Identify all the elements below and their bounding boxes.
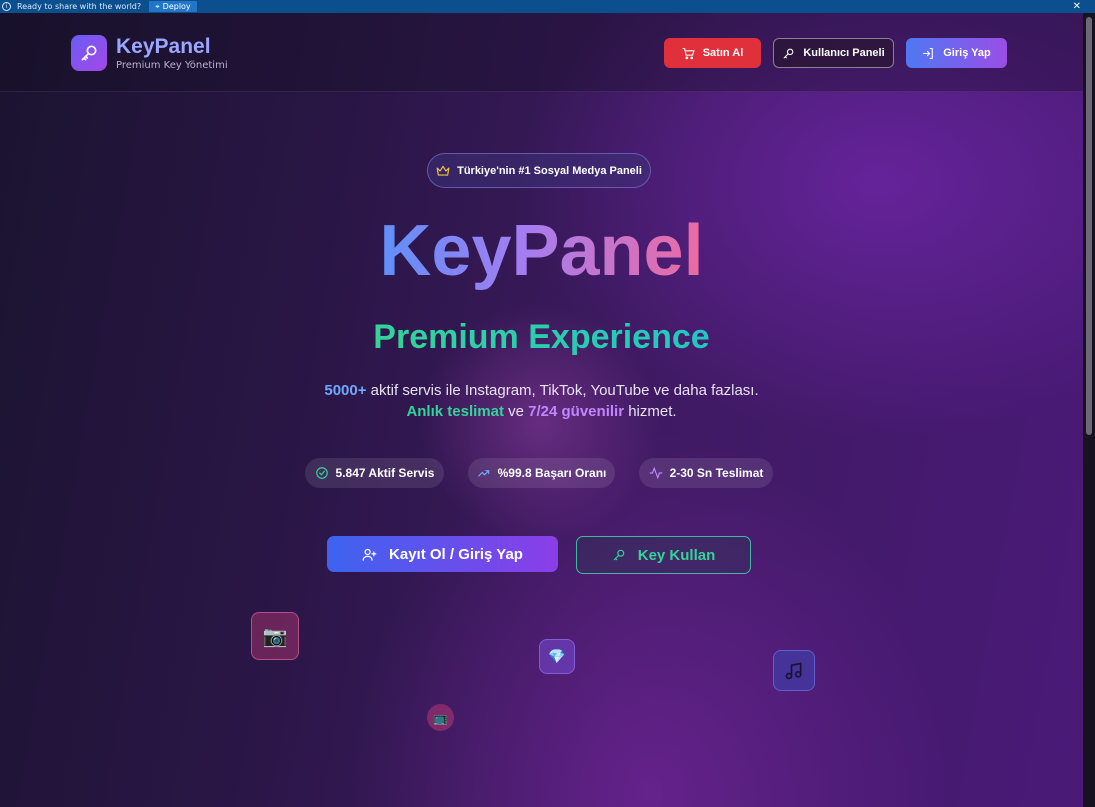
hero-badge-text: Türkiye'nin #1 Sosyal Medya Paneli — [457, 164, 642, 177]
trending-up-icon — [477, 470, 489, 477]
page-scrollbar[interactable] — [1083, 13, 1095, 807]
stat-label: 5.847 Aktif Servis — [335, 466, 435, 480]
crown-icon — [436, 165, 450, 176]
stat-active-services: 5.847 Aktif Servis — [305, 458, 444, 488]
hero-subtitle-text: Premium Experience — [373, 318, 710, 356]
music-icon — [773, 650, 815, 691]
desc-and: ve — [503, 403, 529, 420]
user-panel-label: Kullanıcı Paneli — [803, 47, 885, 59]
login-icon — [923, 47, 934, 59]
hero-title: KeyPanel — [0, 206, 1083, 296]
desc-service: hizmet. — [624, 403, 677, 420]
user-plus-icon — [362, 548, 377, 561]
site-header: KeyPanel Premium Key Yönetimi Satın Al K… — [0, 13, 1083, 92]
gem-icon: 💎 — [539, 639, 575, 674]
deploy-icon: ⌖ — [155, 1, 160, 11]
reliable-service: 7/24 güvenilir — [528, 403, 625, 420]
activity-icon — [649, 466, 662, 480]
buy-button[interactable]: Satın Al — [664, 38, 761, 68]
hero-subtitle: Premium Experience — [0, 317, 1083, 357]
scrollbar-thumb[interactable] — [1086, 17, 1092, 435]
deploy-button[interactable]: ⌖ Deploy — [149, 1, 197, 12]
hero-description: 5000+ aktif servis ile Instagram, TikTok… — [0, 380, 1083, 422]
buy-label: Satın Al — [702, 47, 744, 59]
stat-success-rate: %99.8 Başarı Oranı — [468, 458, 615, 488]
close-icon[interactable]: ✕ — [1073, 0, 1081, 13]
check-circle-icon — [315, 467, 328, 479]
register-label: Kayıt Ol / Giriş Yap — [389, 545, 523, 563]
deploy-notification-bar: i Ready to share with the world? ⌖ Deplo… — [0, 0, 1095, 13]
instant-delivery: Anlık teslimat — [406, 403, 504, 420]
register-login-button[interactable]: Kayıt Ol / Giriş Yap — [327, 536, 558, 572]
stat-label: %99.8 Başarı Oranı — [497, 466, 607, 480]
stat-label: 2-30 Sn Teslimat — [669, 466, 764, 480]
key-icon — [783, 48, 794, 58]
login-button[interactable]: Giriş Yap — [906, 38, 1007, 68]
brand-subtitle: Premium Key Yönetimi — [116, 59, 228, 71]
hero-badge: Türkiye'nin #1 Sosyal Medya Paneli — [427, 153, 651, 188]
login-label: Giriş Yap — [943, 47, 991, 59]
camera-icon: 📷 — [251, 612, 299, 660]
desc-line1: aktif servis ile Instagram, TikTok, YouT… — [366, 382, 759, 399]
use-key-button[interactable]: Key Kullan — [576, 536, 751, 574]
cart-icon — [682, 47, 695, 59]
stat-delivery-time: 2-30 Sn Teslimat — [639, 458, 773, 488]
tv-icon: 📺 — [427, 704, 454, 731]
key-icon — [613, 549, 624, 561]
user-panel-button[interactable]: Kullanıcı Paneli — [773, 38, 894, 68]
info-icon: i — [2, 2, 11, 11]
deploy-label: Deploy — [162, 2, 191, 11]
use-key-label: Key Kullan — [637, 546, 716, 564]
deploy-message: Ready to share with the world? — [17, 2, 142, 11]
key-icon — [71, 35, 107, 71]
landing-page: KeyPanel Premium Key Yönetimi Satın Al K… — [0, 13, 1083, 807]
brand-name: KeyPanel — [116, 34, 211, 58]
hero-title-text: KeyPanel — [379, 211, 704, 291]
brand[interactable]: KeyPanel Premium Key Yönetimi — [71, 35, 228, 71]
service-count: 5000+ — [324, 382, 367, 399]
